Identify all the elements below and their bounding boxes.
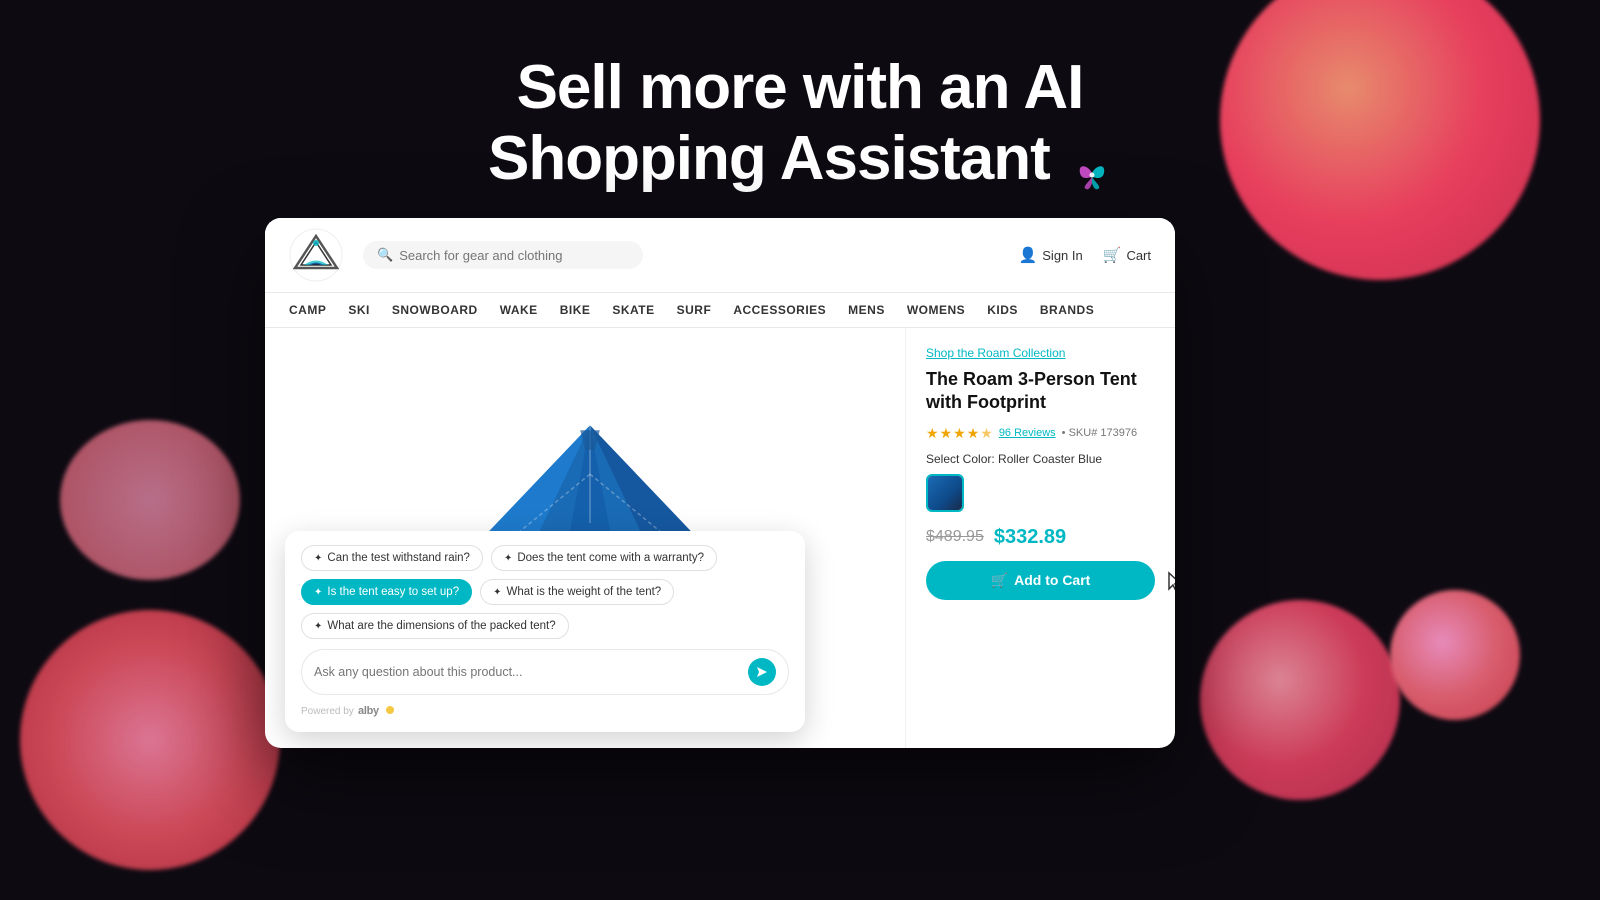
star-rating: ★ ★ ★ ★ ★ bbox=[926, 425, 993, 442]
store-logo bbox=[289, 228, 343, 282]
decoration-blob-bottom-right-2 bbox=[1390, 590, 1520, 720]
search-icon: 🔍 bbox=[377, 247, 393, 263]
suggestion-icon-3: ✦ bbox=[493, 587, 501, 598]
nav-item-skate[interactable]: SKATE bbox=[612, 293, 654, 327]
powered-by-text: Powered by bbox=[301, 706, 354, 717]
decoration-blob-bottom-left bbox=[20, 610, 280, 870]
star-2: ★ bbox=[940, 425, 953, 442]
sign-in-label: Sign In bbox=[1042, 248, 1082, 263]
cart-label: Cart bbox=[1126, 248, 1151, 263]
suggestion-btn-4[interactable]: ✦What are the dimensions of the packed t… bbox=[301, 613, 569, 639]
browser-window: 🔍 👤 Sign In 🛒 Cart CAMP SKI SNOWBOARD WAKE B… bbox=[265, 218, 1175, 748]
nav-item-wake[interactable]: WAKE bbox=[500, 293, 538, 327]
nav-item-ski[interactable]: SKI bbox=[348, 293, 370, 327]
suggestion-icon-0: ✦ bbox=[314, 553, 322, 564]
send-icon bbox=[755, 665, 769, 679]
hero-line1: Sell more with an AI bbox=[517, 53, 1084, 122]
star-4: ★ bbox=[967, 425, 980, 442]
color-swatch-inner bbox=[928, 476, 962, 510]
hero-line2-text: Shopping Assistant bbox=[488, 124, 1050, 193]
powered-by: Powered by alby bbox=[301, 703, 789, 720]
cart-icon: 🛒 bbox=[1103, 246, 1122, 264]
user-icon: 👤 bbox=[1019, 246, 1038, 264]
nav-item-camp[interactable]: CAMP bbox=[289, 293, 326, 327]
nav-item-surf[interactable]: SURF bbox=[677, 293, 712, 327]
color-swatch[interactable] bbox=[926, 474, 964, 512]
decoration-blob-top-right bbox=[1220, 0, 1540, 280]
nav-item-womens[interactable]: WOMENS bbox=[907, 293, 965, 327]
search-input[interactable] bbox=[399, 248, 629, 263]
price-row: $489.95 $332.89 bbox=[926, 526, 1155, 549]
suggestion-btn-1[interactable]: ✦Does the tent come with a warranty? bbox=[491, 545, 717, 571]
cart-button[interactable]: 🛒 Cart bbox=[1103, 246, 1151, 264]
nav-item-brands[interactable]: BRANDS bbox=[1040, 293, 1094, 327]
product-title: The Roam 3-Person Tent with Footprint bbox=[926, 368, 1155, 415]
reviews-link[interactable]: 96 Reviews bbox=[999, 427, 1056, 439]
header-right: 👤 Sign In 🛒 Cart bbox=[1019, 246, 1151, 264]
chat-suggestions: ✦Can the test withstand rain? ✦Does the t… bbox=[301, 545, 789, 639]
alby-logo: alby bbox=[358, 703, 394, 720]
sign-in-button[interactable]: 👤 Sign In bbox=[1019, 246, 1083, 264]
product-info: Shop the Roam Collection The Roam 3-Pers… bbox=[905, 328, 1175, 748]
add-to-cart-label: Add to Cart bbox=[1014, 572, 1090, 588]
nav-item-bike[interactable]: BIKE bbox=[560, 293, 591, 327]
nav-item-mens[interactable]: MENS bbox=[848, 293, 885, 327]
suggestion-icon-2: ✦ bbox=[314, 587, 322, 598]
svg-text:alby: alby bbox=[358, 705, 380, 717]
hero-line2: Shopping Assistant bbox=[488, 123, 1112, 194]
collection-link[interactable]: Shop the Roam Collection bbox=[926, 346, 1155, 360]
nav-item-accessories[interactable]: ACCESSORIES bbox=[733, 293, 826, 327]
search-bar[interactable]: 🔍 bbox=[363, 241, 643, 269]
suggestion-icon-4: ✦ bbox=[314, 621, 322, 632]
ai-chat-overlay: ✦Can the test withstand rain? ✦Does the t… bbox=[285, 531, 805, 732]
cart-btn-icon: 🛒 bbox=[991, 572, 1008, 589]
nav-item-kids[interactable]: KIDS bbox=[987, 293, 1018, 327]
suggestion-btn-0[interactable]: ✦Can the test withstand rain? bbox=[301, 545, 483, 571]
hero-section: Sell more with an AI Shopping Assistant bbox=[488, 52, 1112, 195]
price-original: $489.95 bbox=[926, 528, 984, 546]
suggestion-icon-1: ✦ bbox=[504, 553, 512, 564]
star-5: ★ bbox=[980, 425, 993, 442]
add-to-cart-button[interactable]: 🛒 Add to Cart bbox=[926, 561, 1155, 600]
decoration-blob-mid-left bbox=[60, 420, 240, 580]
nav-item-snowboard[interactable]: SNOWBOARD bbox=[392, 293, 478, 327]
chat-input-row bbox=[301, 649, 789, 695]
decoration-blob-bottom-right-1 bbox=[1200, 600, 1400, 800]
send-button[interactable] bbox=[748, 658, 776, 686]
star-3: ★ bbox=[953, 425, 966, 442]
color-label: Select Color: Roller Coaster Blue bbox=[926, 452, 1155, 466]
suggestion-btn-2[interactable]: ✦Is the tent easy to set up? bbox=[301, 579, 472, 605]
ai-butterfly-icon bbox=[1072, 139, 1112, 179]
suggestion-btn-3[interactable]: ✦What is the weight of the tent? bbox=[480, 579, 674, 605]
chat-input[interactable] bbox=[314, 665, 740, 679]
store-nav: CAMP SKI SNOWBOARD WAKE BIKE SKATE SURF ACCESSO… bbox=[265, 293, 1175, 328]
rating-row: ★ ★ ★ ★ ★ 96 Reviews • SKU# 173976 bbox=[926, 425, 1155, 442]
sku-text: • SKU# 173976 bbox=[1062, 427, 1137, 439]
price-sale: $332.89 bbox=[994, 526, 1066, 549]
star-1: ★ bbox=[926, 425, 939, 442]
store-header: 🔍 👤 Sign In 🛒 Cart bbox=[265, 218, 1175, 293]
